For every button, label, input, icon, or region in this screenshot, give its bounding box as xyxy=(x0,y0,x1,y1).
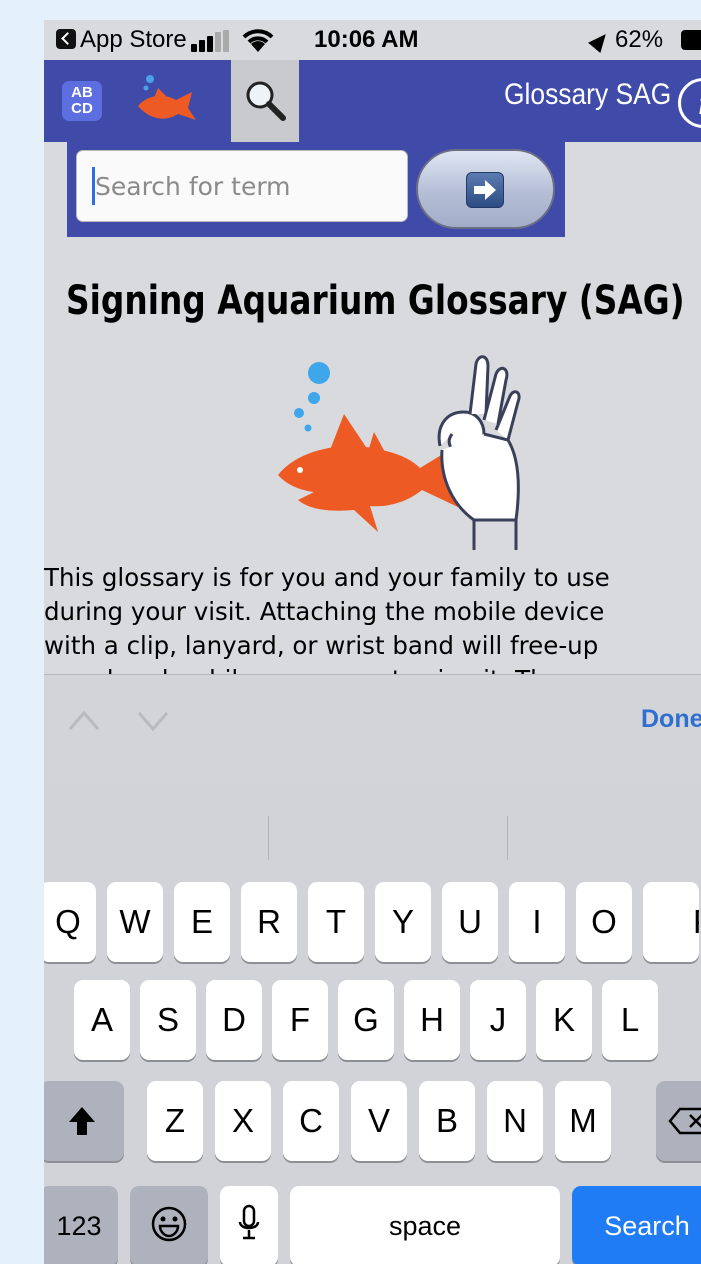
back-arrow-icon[interactable] xyxy=(56,29,76,49)
alphabet-tab-top: AB xyxy=(71,84,93,101)
key-w[interactable]: W xyxy=(107,882,163,962)
phone-screen: App Store 10:06 AM 62% AB CD Glossary SA… xyxy=(44,20,701,1264)
shift-icon xyxy=(69,1107,95,1135)
key-o[interactable]: O xyxy=(576,882,632,962)
key-t[interactable]: T xyxy=(308,882,364,962)
suggestion-divider xyxy=(268,816,269,860)
key-s[interactable]: S xyxy=(140,980,196,1060)
key-p[interactable]: P xyxy=(643,882,699,962)
backspace-icon xyxy=(668,1107,701,1135)
alphabet-tab-icon[interactable]: AB CD xyxy=(62,81,102,121)
key-i[interactable]: I xyxy=(509,882,565,962)
battery-icon xyxy=(681,30,701,50)
fish-and-hand-logo xyxy=(278,355,521,550)
backspace-key[interactable] xyxy=(656,1081,701,1161)
search-input[interactable] xyxy=(76,150,408,222)
key-b[interactable]: B xyxy=(419,1081,475,1161)
key-c[interactable]: C xyxy=(283,1081,339,1161)
alphabet-tab-bottom: CD xyxy=(71,100,93,117)
magnifier-icon xyxy=(246,81,286,121)
done-button[interactable]: Done xyxy=(641,705,701,734)
key-a[interactable]: A xyxy=(74,980,130,1060)
app-title: Glossary SAG xyxy=(504,78,672,111)
battery-percent: 62% xyxy=(615,26,664,53)
text-cursor xyxy=(92,167,95,205)
microphone-icon xyxy=(238,1204,260,1240)
key-z[interactable]: Z xyxy=(147,1081,203,1161)
keyboard-accessory-bar: Done xyxy=(44,674,701,785)
search-key[interactable]: Search xyxy=(572,1186,701,1264)
keyboard: Q W E R T Y U I O P A S D F G H J K L Z … xyxy=(44,784,701,1264)
emoji-icon xyxy=(151,1206,187,1242)
chevron-down-icon[interactable] xyxy=(137,705,169,737)
key-d[interactable]: D xyxy=(206,980,262,1060)
suggestion-divider xyxy=(507,816,508,860)
key-f[interactable]: F xyxy=(272,980,328,1060)
search-go-button[interactable] xyxy=(416,149,555,229)
key-j[interactable]: J xyxy=(470,980,526,1060)
shift-key[interactable] xyxy=(44,1081,124,1161)
key-r[interactable]: R xyxy=(241,882,297,962)
signal-icon xyxy=(191,30,233,52)
key-m[interactable]: M xyxy=(555,1081,611,1161)
key-y[interactable]: Y xyxy=(375,882,431,962)
location-icon xyxy=(588,28,612,54)
info-icon[interactable]: i xyxy=(678,78,701,128)
search-tab[interactable] xyxy=(231,60,299,142)
key-n[interactable]: N xyxy=(487,1081,543,1161)
status-bar: App Store 10:06 AM 62% xyxy=(44,20,701,60)
key-u[interactable]: U xyxy=(442,882,498,962)
key-x[interactable]: X xyxy=(215,1081,271,1161)
app-header: AB CD Glossary SAG i xyxy=(44,60,701,142)
key-e[interactable]: E xyxy=(174,882,230,962)
fish-tab-icon[interactable] xyxy=(132,70,200,130)
key-l[interactable]: L xyxy=(602,980,658,1060)
arrow-right-icon xyxy=(466,172,504,208)
back-to-app-label[interactable]: App Store xyxy=(80,26,187,54)
wifi-icon xyxy=(242,29,274,52)
status-time: 10:06 AM xyxy=(314,26,419,53)
dictation-key[interactable] xyxy=(220,1186,278,1264)
key-q[interactable]: Q xyxy=(44,882,96,962)
emoji-key[interactable] xyxy=(130,1186,208,1264)
chevron-up-icon[interactable] xyxy=(68,705,100,737)
key-k[interactable]: K xyxy=(536,980,592,1060)
page-title: Signing Aquarium Glossary (SAG) xyxy=(66,278,685,324)
numbers-key[interactable]: 123 xyxy=(44,1186,118,1264)
space-key[interactable]: space xyxy=(290,1186,560,1264)
key-h[interactable]: H xyxy=(404,980,460,1060)
key-v[interactable]: V xyxy=(351,1081,407,1161)
key-g[interactable]: G xyxy=(338,980,394,1060)
